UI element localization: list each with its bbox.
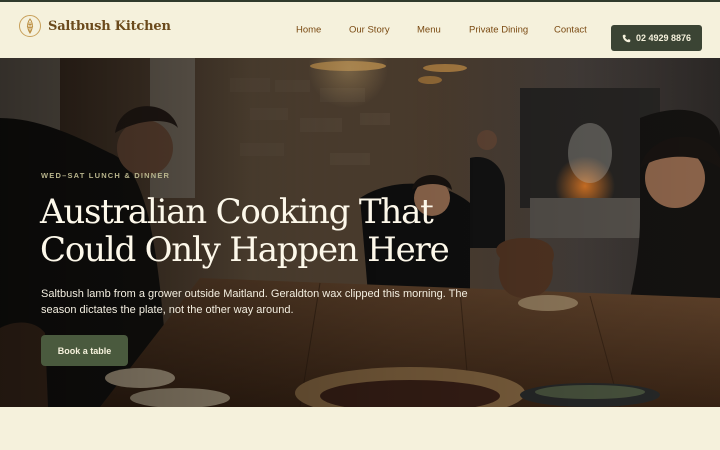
site-header: Saltbush Kitchen Home Our Story Menu Pri…	[0, 2, 720, 58]
hero-section: WED–SAT LUNCH & DINNER Australian Cookin…	[0, 58, 720, 407]
nav-our-story[interactable]: Our Story	[349, 25, 390, 36]
nav-menu[interactable]: Menu	[417, 25, 441, 36]
phone-icon	[622, 34, 631, 43]
phone-number: 02 4929 8876	[635, 33, 692, 43]
page-continuation	[0, 407, 720, 450]
hero-title: Australian Cooking That Could Only Happe…	[40, 192, 450, 270]
nav-contact[interactable]: Contact	[554, 25, 587, 36]
hero-subtitle: Saltbush lamb from a grower outside Mait…	[41, 288, 468, 316]
nav-home[interactable]: Home	[296, 25, 321, 36]
hero-eyebrow: WED–SAT LUNCH & DINNER	[41, 171, 171, 180]
book-table-button[interactable]: Book a table	[41, 335, 128, 366]
nav-private-dining[interactable]: Private Dining	[469, 25, 528, 36]
call-button[interactable]: 02 4929 8876	[611, 25, 702, 51]
